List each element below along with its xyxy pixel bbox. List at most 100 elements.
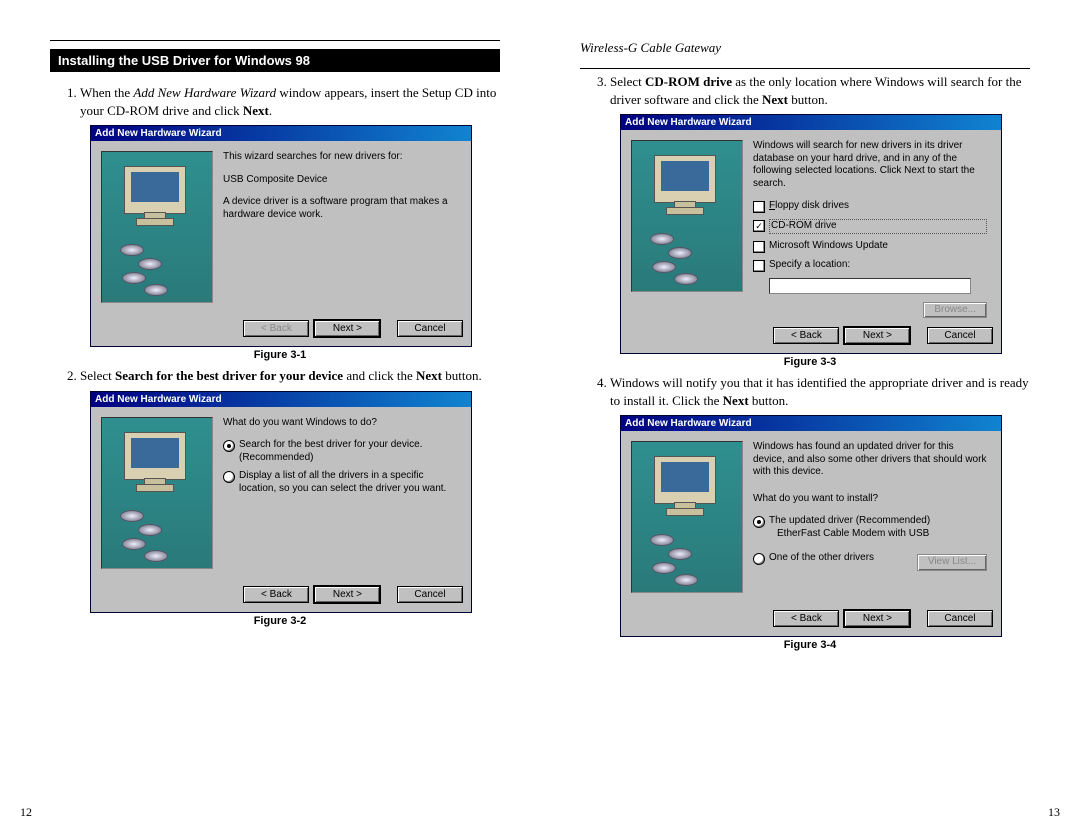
wizard4-back-button[interactable]: < Back: [773, 610, 839, 627]
wizard2-option1[interactable]: Search for the best driver for your devi…: [223, 439, 457, 464]
page-number-right: 13: [1048, 805, 1060, 820]
wizard1-line1: This wizard searches for new drivers for…: [223, 151, 457, 164]
wizard1-next-button[interactable]: Next >: [313, 319, 381, 338]
wizard3-opt4: Specify a location:: [769, 259, 987, 272]
wizard1-line2: USB Composite Device: [223, 174, 457, 187]
step1-pre: When the: [80, 85, 133, 100]
page-right: Wireless-G Cable Gateway Select CD-ROM d…: [540, 0, 1080, 834]
step-1: When the Add New Hardware Wizard window …: [80, 84, 500, 119]
step3-bold2: Next: [762, 92, 788, 107]
wizard1-buttons: < BackNext > Cancel: [91, 315, 471, 346]
wizard1-content: This wizard searches for new drivers for…: [223, 151, 461, 311]
wizard2-option2[interactable]: Display a list of all the drivers in a s…: [223, 470, 457, 495]
wizard4-next-button[interactable]: Next >: [843, 609, 911, 628]
wizard3-cb-specify[interactable]: Specify a location:: [753, 259, 987, 272]
figure-3-3-caption: Figure 3-3: [620, 356, 1000, 368]
instruction-list-left-2: Select Search for the best driver for yo…: [70, 367, 500, 385]
checkbox-icon: [753, 201, 765, 213]
wizard2-opt2: Display a list of all the drivers in a s…: [239, 470, 457, 495]
wizard2-opt1b: (Recommended): [239, 452, 313, 463]
wizard-dialog-2: Add New Hardware Wizard What do you want…: [90, 391, 472, 613]
wizard3-cb-cdrom[interactable]: CD-ROM drive: [753, 219, 987, 234]
figure-3-2: Add New Hardware Wizard What do you want…: [90, 391, 500, 613]
figure-3-4-caption: Figure 3-4: [620, 639, 1000, 651]
wizard3-opt2: CD-ROM drive: [769, 219, 987, 234]
wizard3-location-field[interactable]: [769, 278, 971, 294]
step2-pre: Select: [80, 368, 115, 383]
wizard3-intro: Windows will search for new drivers in i…: [753, 140, 987, 190]
wizard4-titlebar: Add New Hardware Wizard: [621, 416, 1001, 431]
step3-pre: Select: [610, 74, 645, 89]
wizard4-prompt: What do you want to install?: [753, 493, 987, 506]
checkbox-icon: [753, 220, 765, 232]
wizard4-cancel-button[interactable]: Cancel: [927, 610, 993, 627]
wizard1-back-button[interactable]: < Back: [243, 320, 309, 337]
wizard3-cb-update[interactable]: Microsoft Windows Update: [753, 240, 987, 253]
step4-pre: Windows will notify you that it has iden…: [610, 375, 1029, 408]
checkbox-icon: [753, 241, 765, 253]
wizard4-content: Windows has found an updated driver for …: [753, 441, 991, 601]
wizard1-cancel-button[interactable]: Cancel: [397, 320, 463, 337]
product-header: Wireless-G Cable Gateway: [580, 40, 1030, 56]
step1-italic: Add New Hardware Wizard: [133, 85, 276, 100]
step2-bold1: Search for the best driver for your devi…: [115, 368, 343, 383]
wizard2-content: What do you want Windows to do? Search f…: [223, 417, 461, 577]
wizard2-opt1a: Search for the best driver for your devi…: [239, 439, 422, 450]
wizard3-cancel-button[interactable]: Cancel: [927, 327, 993, 344]
wizard4-illustration: [631, 441, 743, 593]
wizard3-cb-floppy[interactable]: FFloppy disk drivesloppy disk drives: [753, 200, 987, 213]
step-2: Select Search for the best driver for yo…: [80, 367, 500, 385]
wizard1-line3: A device driver is a software program th…: [223, 196, 457, 221]
wizard4-buttons: < BackNext > Cancel: [621, 605, 1001, 636]
step2-mid: and click the: [343, 368, 416, 383]
figure-3-3: Add New Hardware Wizard Windows will sea…: [620, 114, 1030, 354]
wizard2-cancel-button[interactable]: Cancel: [397, 586, 463, 603]
step4-bold: Next: [723, 393, 749, 408]
radio-icon: [223, 471, 235, 483]
step4-post: button.: [749, 393, 789, 408]
radio-icon: [223, 440, 235, 452]
step2-post: button.: [442, 368, 482, 383]
wizard1-illustration: [101, 151, 213, 303]
figure-3-2-caption: Figure 3-2: [90, 615, 470, 627]
step3-post: button.: [788, 92, 828, 107]
radio-icon: [753, 516, 765, 528]
wizard1-titlebar: Add New Hardware Wizard: [91, 126, 471, 141]
wizard3-next-button[interactable]: Next >: [843, 326, 911, 345]
wizard2-buttons: < BackNext > Cancel: [91, 581, 471, 612]
wizard-dialog-3: Add New Hardware Wizard Windows will sea…: [620, 114, 1002, 354]
wizard3-titlebar: Add New Hardware Wizard: [621, 115, 1001, 130]
step1-bold: Next: [243, 103, 269, 118]
instruction-list-right: Select CD-ROM drive as the only location…: [600, 73, 1030, 108]
instruction-list-left: When the Add New Hardware Wizard window …: [70, 84, 500, 119]
wizard-dialog-4: Add New Hardware Wizard Windows has foun…: [620, 415, 1002, 637]
page-number-left: 12: [20, 805, 32, 820]
wizard4-intro: Windows has found an updated driver for …: [753, 441, 987, 479]
instruction-list-right-2: Windows will notify you that it has iden…: [600, 374, 1030, 409]
wizard3-browse-button[interactable]: Browse...: [923, 302, 987, 319]
wizard4-option2[interactable]: One of the other drivers View List...: [753, 552, 987, 571]
wizard2-back-button[interactable]: < Back: [243, 586, 309, 603]
page-left: Installing the USB Driver for Windows 98…: [0, 0, 540, 834]
wizard4-opt1b: EtherFast Cable Modem with USB: [777, 528, 929, 539]
wizard2-illustration: [101, 417, 213, 569]
wizard3-buttons: < BackNext > Cancel: [621, 322, 1001, 353]
wizard3-illustration: [631, 140, 743, 292]
step2-bold2: Next: [416, 368, 442, 383]
wizard4-viewlist-button[interactable]: View List...: [917, 554, 987, 571]
wizard3-content: Windows will search for new drivers in i…: [753, 140, 991, 318]
wizard4-opt1a: The updated driver (Recommended): [769, 515, 930, 526]
wizard3-opt3: Microsoft Windows Update: [769, 240, 987, 253]
figure-3-1-caption: Figure 3-1: [90, 349, 470, 361]
wizard2-next-button[interactable]: Next >: [313, 585, 381, 604]
top-rule: [50, 40, 500, 41]
checkbox-icon: [753, 260, 765, 272]
wizard4-option1[interactable]: The updated driver (Recommended) EtherFa…: [753, 515, 987, 540]
radio-icon: [753, 553, 765, 565]
wizard3-back-button[interactable]: < Back: [773, 327, 839, 344]
step-3: Select CD-ROM drive as the only location…: [610, 73, 1030, 108]
section-title-bar: Installing the USB Driver for Windows 98: [50, 49, 500, 72]
top-rule-right: [580, 68, 1030, 69]
figure-3-4: Add New Hardware Wizard Windows has foun…: [620, 415, 1030, 637]
wizard2-titlebar: Add New Hardware Wizard: [91, 392, 471, 407]
